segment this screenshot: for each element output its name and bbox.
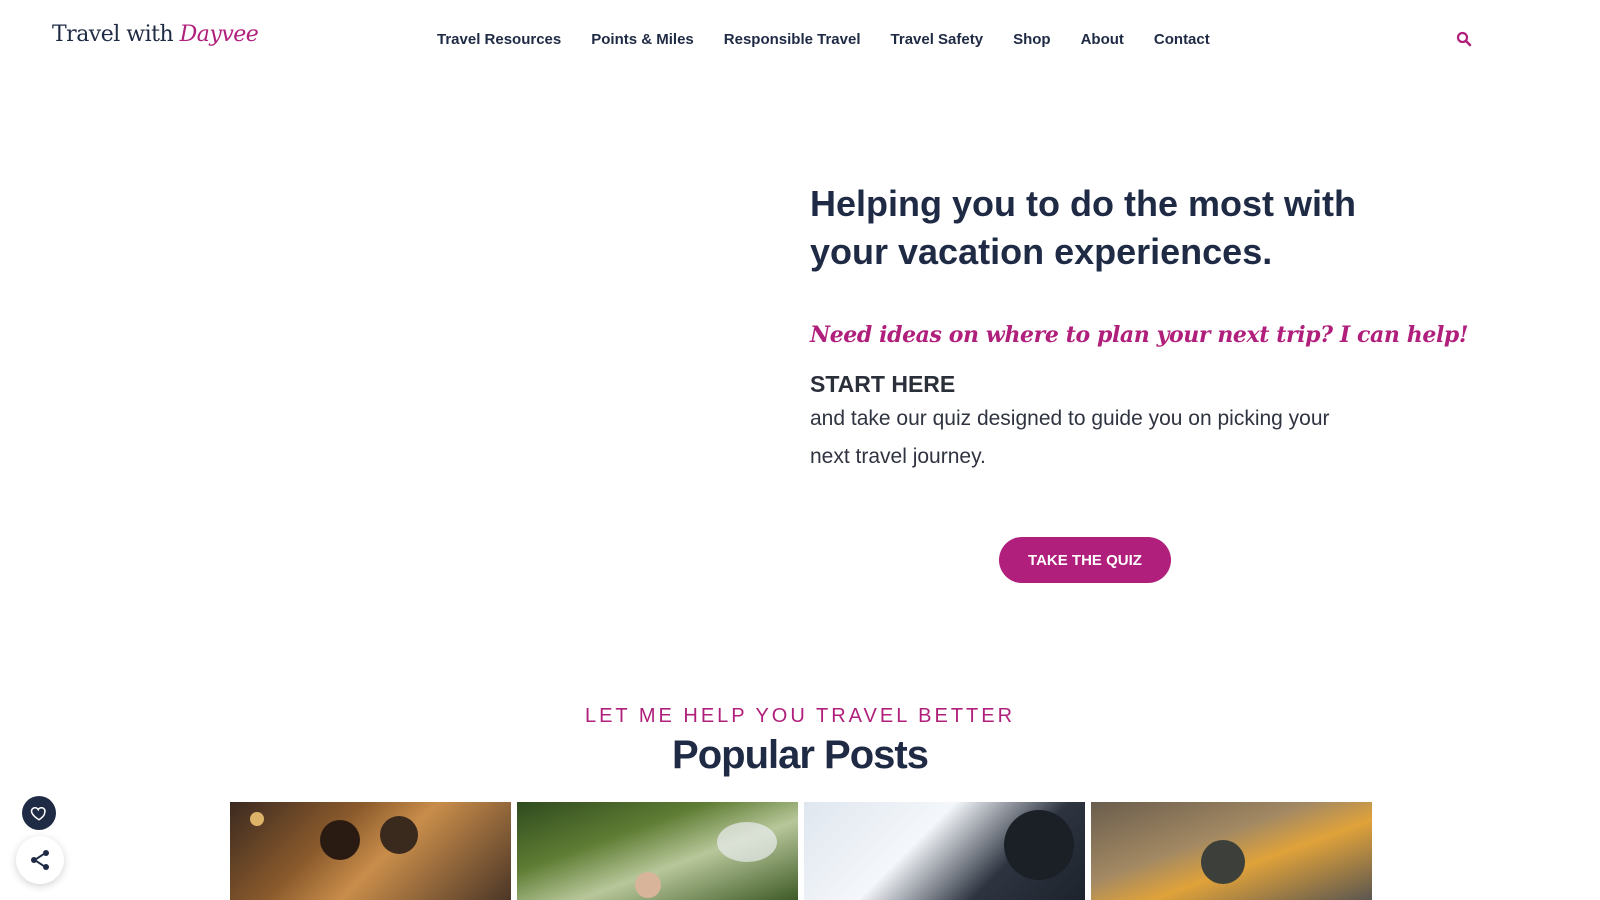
nav-travel-resources[interactable]: Travel Resources [437, 31, 561, 48]
hero-tagline: Need ideas on where to plan your next tr… [810, 322, 1469, 348]
hero-headline: Helping you to do the most with your vac… [810, 183, 1356, 272]
site-logo[interactable]: Travel with Dayvee [52, 22, 259, 47]
search-icon[interactable] [1456, 31, 1472, 47]
post-card-airport[interactable] [1091, 802, 1372, 900]
post-card-computer[interactable] [804, 802, 1085, 900]
nav-travel-safety[interactable]: Travel Safety [891, 31, 984, 48]
hero-description: and take our quiz designed to guide you … [810, 407, 1330, 468]
section-title: Popular Posts [672, 733, 929, 777]
hero-section: Helping you to do the most with your vac… [810, 180, 1370, 276]
post-card-market[interactable] [230, 802, 511, 900]
nav-responsible-travel[interactable]: Responsible Travel [724, 31, 861, 48]
popular-posts-grid [230, 802, 1372, 900]
main-nav: Travel Resources Points & Miles Responsi… [437, 31, 1240, 48]
post-card-hiking[interactable] [517, 802, 798, 900]
logo-text: Travel with [52, 22, 174, 47]
nav-about[interactable]: About [1081, 31, 1124, 48]
favorite-button[interactable] [22, 796, 56, 830]
nav-shop[interactable]: Shop [1013, 31, 1051, 48]
nav-points-miles[interactable]: Points & Miles [591, 31, 694, 48]
nav-contact[interactable]: Contact [1154, 31, 1210, 48]
logo-accent: Dayvee [179, 22, 259, 47]
share-button[interactable] [16, 836, 64, 884]
take-quiz-button[interactable]: TAKE THE QUIZ [999, 537, 1171, 583]
section-kicker: LET ME HELP YOU TRAVEL BETTER [584, 705, 1016, 727]
heart-icon [30, 806, 46, 821]
start-here-label: START HERE [810, 371, 956, 397]
share-icon [31, 850, 49, 870]
